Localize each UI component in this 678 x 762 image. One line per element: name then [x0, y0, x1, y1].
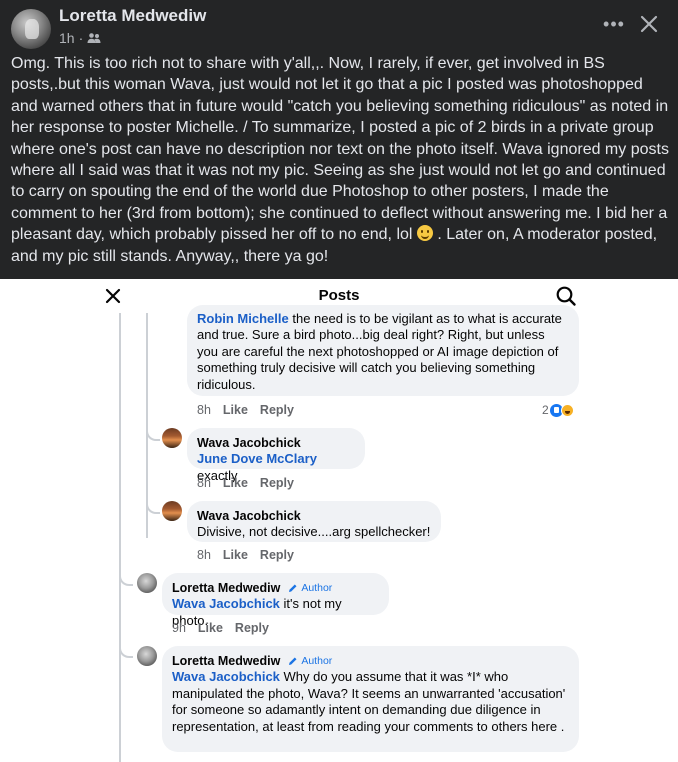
commenter-name: Loretta Medwediw [172, 654, 281, 668]
post-image-screenshot[interactable]: Posts Robin Michelle the need is to be v… [0, 279, 678, 762]
slightly-smiling-face-emoji [416, 225, 433, 242]
author-badge: Author [288, 653, 332, 669]
pencil-icon [289, 584, 297, 593]
post-time[interactable]: 1h [59, 30, 75, 46]
reply-button: Reply [259, 476, 294, 490]
commenter-name-row: Loretta Medwediw Author [172, 653, 569, 669]
reply-button: Reply [259, 403, 294, 417]
mention-link: Robin Michelle [197, 311, 289, 326]
comment-bubble: Robin Michelle the need is to be vigilan… [187, 305, 579, 396]
thread-connector [119, 642, 133, 658]
comment-actions: 8h Like Reply [197, 403, 294, 417]
like-button: Like [222, 403, 248, 417]
comment-time: 8h [197, 403, 211, 417]
like-button: Like [222, 476, 248, 490]
mention-link: Wava Jacobchick [172, 669, 280, 685]
mention-link: June Dove McClary [197, 451, 317, 467]
pencil-icon [289, 657, 297, 666]
comment-bubble: Wava Jacobchick Divisive, not decisive..… [187, 501, 441, 542]
commenter-name: Wava Jacobchick [197, 436, 301, 450]
author-avatar[interactable] [11, 9, 51, 49]
comment-time: 8h [197, 476, 211, 490]
comment-time: 9h [172, 621, 186, 635]
commenter-avatar [162, 428, 182, 448]
reaction-summary: 2 [542, 403, 574, 417]
post-body-text: Omg. This is too rich not to share with … [11, 53, 671, 267]
comment-bubble: Loretta Medwediw Author Wava Jacobchick … [162, 573, 389, 628]
haha-reaction-icon [560, 403, 574, 417]
thread-connector [119, 570, 133, 586]
more-options-icon[interactable]: ••• [602, 12, 626, 36]
author-badge-label: Author [301, 655, 333, 667]
comment-actions: 8h Like Reply [197, 476, 294, 490]
author-badge: Author [288, 580, 332, 596]
reaction-count: 2 [542, 403, 549, 417]
search-icon [555, 285, 577, 307]
group-icon [87, 32, 101, 44]
commenter-avatar [137, 646, 157, 666]
post-meta: 1h · [59, 30, 101, 46]
post-author-name[interactable]: Loretta Medwediw [59, 6, 206, 26]
post-header: Loretta Medwediw 1h · ••• [0, 0, 678, 50]
comment-time: 8h [197, 548, 211, 562]
thread-connector [146, 498, 160, 514]
commenter-name-row: Loretta Medwediw Author [172, 580, 379, 596]
thread-line [119, 313, 121, 762]
meta-separator: · [78, 30, 84, 46]
mention-link: Wava Jacobchick [172, 596, 280, 612]
comment-text: Divisive, not decisive....arg spellcheck… [197, 524, 431, 540]
commenter-name: Wava Jacobchick [197, 509, 301, 523]
like-button: Like [197, 621, 223, 635]
reply-button: Reply [259, 548, 294, 562]
comment-actions: 9h Like Reply [172, 621, 269, 635]
close-icon[interactable] [637, 12, 661, 36]
comment-bubble: Wava Jacobchick June Dove McClary exactl… [187, 428, 365, 483]
commenter-avatar [162, 501, 182, 521]
thread-connector [146, 425, 160, 441]
commenter-avatar [137, 573, 157, 593]
post-text-part1: Omg. This is too rich not to share with … [11, 55, 669, 244]
commenter-name: Loretta Medwediw [172, 581, 281, 595]
like-button: Like [222, 548, 248, 562]
comment-bubble: Loretta Medwediw Author Wava Jacobchick … [162, 646, 579, 752]
author-badge-label: Author [301, 582, 333, 594]
comment-actions: 8h Like Reply [197, 548, 294, 562]
reply-button: Reply [234, 621, 269, 635]
